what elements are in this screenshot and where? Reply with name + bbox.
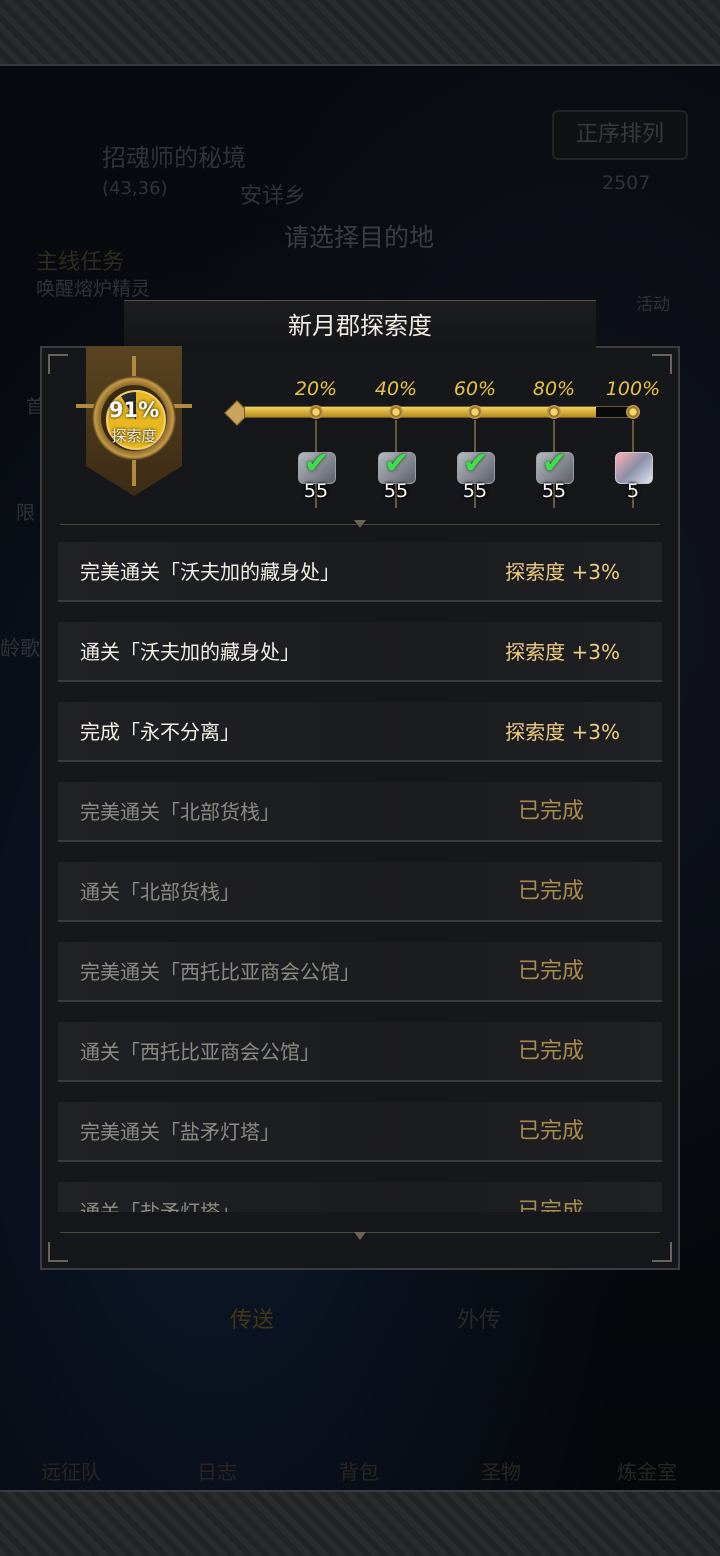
bottom-frame-bar — [0, 1490, 720, 1556]
claimed-check-icon: ✔ — [384, 446, 410, 481]
milestone-reward-count: 55 — [541, 480, 567, 502]
task-row[interactable]: 通关「北部货栈」 已完成 — [58, 862, 662, 922]
task-row[interactable]: 完美通关「北部货栈」 已完成 — [58, 782, 662, 842]
task-reward: 探索度 +3% — [505, 640, 620, 664]
medal-spike — [132, 460, 136, 486]
exploration-progress-track — [244, 406, 632, 418]
task-completed-status: 已完成 — [517, 1199, 584, 1212]
task-reward: 探索度 +3% — [505, 560, 620, 584]
milestone-node — [389, 405, 403, 419]
task-reward: 探索度 +3% — [505, 720, 620, 744]
frame-corner — [48, 354, 68, 374]
task-row[interactable]: 完成「永不分离」 探索度 +3% — [58, 702, 662, 762]
exploration-label: 探索度 — [111, 427, 157, 445]
claimed-check-icon: ✔ — [304, 446, 330, 481]
claimed-check-icon: ✔ — [463, 446, 489, 481]
milestone-node — [547, 405, 561, 419]
task-completed-status: 已完成 — [517, 959, 584, 984]
task-name: 完美通关「沃夫加的藏身处」 — [80, 560, 340, 584]
task-list[interactable]: 完美通关「沃夫加的藏身处」 探索度 +3% 通关「沃夫加的藏身处」 探索度 +3% 完成… — [58, 542, 662, 1212]
task-name: 通关「北部货栈」 — [80, 880, 240, 904]
frame-corner — [48, 1242, 68, 1262]
milestone-reward-count: 5 — [626, 480, 640, 502]
task-row[interactable]: 通关「沃夫加的藏身处」 探索度 +3% — [58, 622, 662, 682]
task-row[interactable]: 通关「盐矛灯塔」 已完成 — [58, 1182, 662, 1212]
claimed-check-icon: ✔ — [542, 446, 568, 481]
milestone-percent: 100% — [605, 378, 661, 400]
task-row[interactable]: 完美通关「西托比亚商会公馆」 已完成 — [58, 942, 662, 1002]
task-completed-status: 已完成 — [517, 1039, 584, 1064]
modal-header: 新月郡探索度 — [124, 300, 596, 351]
task-completed-status: 已完成 — [517, 1119, 584, 1144]
task-name: 完美通关「西托比亚商会公馆」 — [80, 960, 360, 984]
task-name: 完美通关「盐矛灯塔」 — [80, 1120, 280, 1144]
milestone-node — [626, 405, 640, 419]
modal-title: 新月郡探索度 — [288, 312, 432, 340]
task-name: 通关「盐矛灯塔」 — [80, 1200, 240, 1212]
milestone-reward-count: 55 — [303, 480, 329, 502]
milestone-percent: 40% — [374, 378, 418, 400]
milestone-percent: 60% — [453, 378, 497, 400]
task-row[interactable]: 完美通关「盐矛灯塔」 已完成 — [58, 1102, 662, 1162]
frame-corner — [652, 354, 672, 374]
divider-ornament — [354, 1232, 366, 1240]
milestone-percent: 20% — [294, 378, 338, 400]
task-name: 完成「永不分离」 — [80, 720, 240, 744]
divider-ornament — [354, 520, 366, 528]
milestone-node — [309, 405, 323, 419]
task-row[interactable]: 完美通关「沃夫加的藏身处」 探索度 +3% — [58, 542, 662, 602]
task-completed-status: 已完成 — [517, 879, 584, 904]
milestone-node — [468, 405, 482, 419]
task-name: 通关「沃夫加的藏身处」 — [80, 640, 300, 664]
exploration-progress-fill — [245, 407, 597, 417]
milestone-reward-count: 55 — [383, 480, 409, 502]
task-name: 通关「西托比亚商会公馆」 — [80, 1040, 320, 1064]
milestone-percent: 80% — [532, 378, 576, 400]
top-frame-bar — [0, 0, 720, 66]
exploration-percent: 91% — [108, 398, 160, 422]
milestone-reward-count: 55 — [462, 480, 488, 502]
frame-corner — [652, 1242, 672, 1262]
task-name: 完美通关「北部货栈」 — [80, 800, 280, 824]
task-row[interactable]: 通关「西托比亚商会公馆」 已完成 — [58, 1022, 662, 1082]
task-completed-status: 已完成 — [517, 799, 584, 824]
